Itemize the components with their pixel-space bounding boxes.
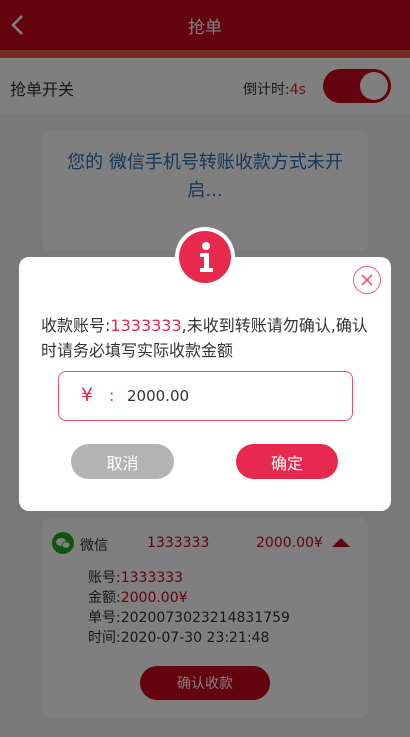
dialog-message: 收款账号:1333333,未收到转账请勿确认,确认时请务必填写实际收款金额 xyxy=(41,313,381,363)
info-badge xyxy=(175,227,235,287)
dialog-msg-prefix: 收款账号: xyxy=(41,316,111,335)
info-badge-circle xyxy=(179,231,231,283)
close-button[interactable] xyxy=(353,266,381,294)
cancel-button[interactable]: 取消 xyxy=(71,444,174,479)
close-icon xyxy=(361,274,373,286)
amount-field: ¥ : xyxy=(58,371,353,421)
dialog-msg-account: 1333333 xyxy=(110,316,182,335)
ok-button[interactable]: 确定 xyxy=(236,444,338,479)
currency-colon: : xyxy=(109,386,115,405)
currency-label: ¥ xyxy=(81,384,94,406)
confirm-dialog: 收款账号:1333333,未收到转账请勿确认,确认时请务必填写实际收款金额 ¥ … xyxy=(19,257,391,511)
info-icon xyxy=(200,242,213,272)
page: 抢单 抢单开关 倒计时:4s 您的 微信手机号转账收款方式未开启... 微信 1… xyxy=(0,0,410,737)
amount-input[interactable] xyxy=(127,385,327,407)
